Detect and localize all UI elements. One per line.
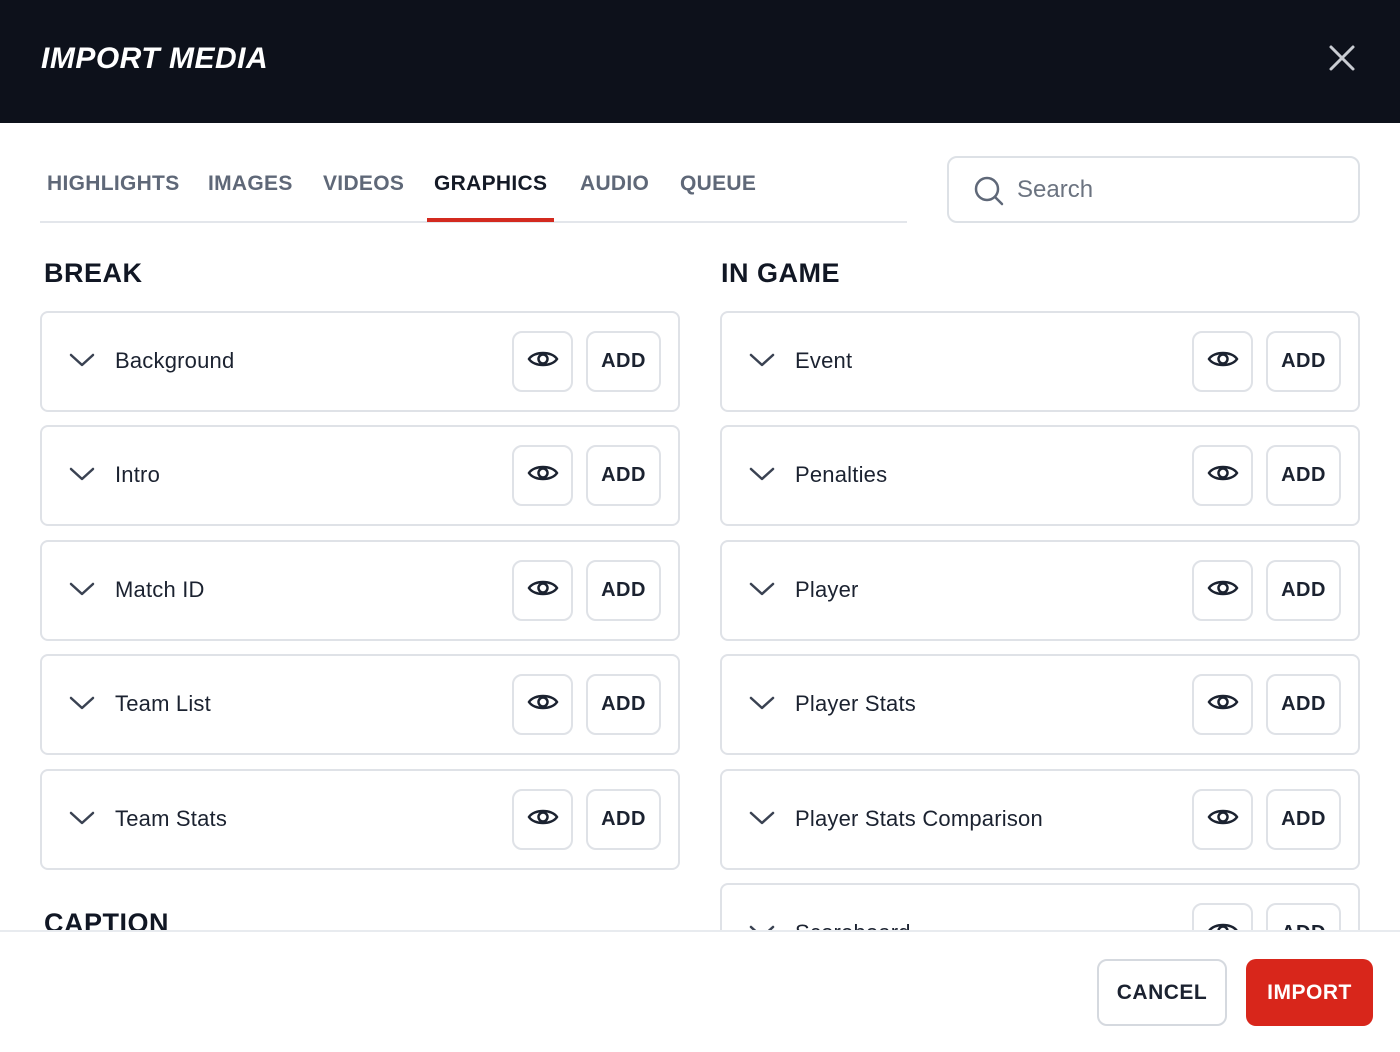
- graphic-label: Team Stats: [115, 806, 228, 831]
- graphic-label: Player: [795, 577, 859, 602]
- preview-button[interactable]: [1192, 331, 1253, 392]
- section-title-in-game: IN GAME: [721, 258, 841, 288]
- eye-icon: [1207, 691, 1239, 718]
- dialog-footer: CANCEL IMPORT: [0, 930, 1400, 1052]
- graphic-row[interactable]: Team List ADD: [40, 654, 680, 755]
- dialog-header: IMPORT MEDIA: [0, 0, 1400, 123]
- eye-icon: [527, 348, 559, 375]
- preview-button[interactable]: [512, 674, 573, 735]
- graphic-label: Player Stats: [795, 691, 917, 716]
- chevron-down-icon[interactable]: [68, 809, 96, 832]
- eye-icon: [527, 806, 559, 833]
- add-button[interactable]: ADD: [1266, 674, 1341, 735]
- search-box: [947, 156, 1360, 223]
- graphic-label: Background: [115, 348, 235, 373]
- graphic-row[interactable]: Match ID ADD: [40, 540, 680, 641]
- add-button[interactable]: ADD: [1266, 331, 1341, 392]
- graphic-row[interactable]: Team Stats ADD: [40, 769, 680, 870]
- graphic-row[interactable]: Event ADD: [720, 311, 1360, 412]
- media-tabs: HIGHLIGHTS IMAGES VIDEOS GRAPHICS AUDIO …: [40, 160, 907, 223]
- graphic-row[interactable]: Player Stats Comparison ADD: [720, 769, 1360, 870]
- graphic-row[interactable]: Player ADD: [720, 540, 1360, 641]
- tab-highlights[interactable]: HIGHLIGHTS: [47, 172, 180, 222]
- graphic-row[interactable]: Penalties ADD: [720, 425, 1360, 526]
- add-button[interactable]: ADD: [1266, 903, 1341, 930]
- tab-graphics[interactable]: GRAPHICS: [434, 172, 547, 222]
- tab-videos[interactable]: VIDEOS: [323, 172, 404, 222]
- eye-icon: [1207, 577, 1239, 604]
- add-button[interactable]: ADD: [586, 560, 661, 621]
- preview-button[interactable]: [1192, 445, 1253, 506]
- add-button[interactable]: ADD: [586, 331, 661, 392]
- graphic-row[interactable]: Background ADD: [40, 311, 680, 412]
- eye-icon: [527, 691, 559, 718]
- chevron-down-icon[interactable]: [68, 580, 96, 603]
- add-button[interactable]: ADD: [1266, 560, 1341, 621]
- add-button[interactable]: ADD: [586, 445, 661, 506]
- graphic-label: Penalties: [795, 462, 888, 487]
- chevron-down-icon[interactable]: [748, 580, 776, 603]
- preview-button[interactable]: [1192, 674, 1253, 735]
- search-icon: [974, 176, 1004, 206]
- chevron-down-icon[interactable]: [68, 351, 96, 374]
- cancel-button[interactable]: CANCEL: [1097, 959, 1227, 1026]
- graphic-label: Player Stats Comparison: [795, 806, 1043, 831]
- eye-icon: [1207, 462, 1239, 489]
- tab-audio[interactable]: AUDIO: [580, 172, 649, 222]
- import-button[interactable]: IMPORT: [1246, 959, 1373, 1026]
- eye-icon: [1207, 920, 1239, 930]
- add-button[interactable]: ADD: [586, 674, 661, 735]
- chevron-down-icon[interactable]: [68, 465, 96, 488]
- add-button[interactable]: ADD: [1266, 789, 1341, 850]
- chevron-down-icon[interactable]: [68, 694, 96, 717]
- preview-button[interactable]: [512, 789, 573, 850]
- graphic-label: Team List: [115, 691, 211, 716]
- graphic-row[interactable]: Intro ADD: [40, 425, 680, 526]
- add-button[interactable]: ADD: [586, 789, 661, 850]
- eye-icon: [527, 462, 559, 489]
- section-title-break: BREAK: [44, 258, 143, 288]
- preview-button[interactable]: [1192, 560, 1253, 621]
- preview-button[interactable]: [512, 560, 573, 621]
- preview-button[interactable]: [512, 445, 573, 506]
- graphic-label: Event: [795, 348, 853, 373]
- chevron-down-icon[interactable]: [748, 465, 776, 488]
- search-input[interactable]: [1017, 172, 1337, 208]
- graphics-list[interactable]: BREAK IN GAME Background ADD Intro ADD M…: [0, 240, 1400, 930]
- graphic-row[interactable]: Scoreboard ADD: [720, 883, 1360, 930]
- tab-queue[interactable]: QUEUE: [680, 172, 756, 222]
- preview-button[interactable]: [512, 331, 573, 392]
- close-icon[interactable]: [1322, 38, 1362, 78]
- add-button[interactable]: ADD: [1266, 445, 1341, 506]
- graphic-label: Scoreboard: [795, 920, 911, 930]
- graphic-row[interactable]: Player Stats ADD: [720, 654, 1360, 755]
- chevron-down-icon[interactable]: [748, 809, 776, 832]
- dialog-title: IMPORT MEDIA: [41, 42, 269, 75]
- active-tab-indicator: [427, 218, 554, 222]
- section-title-caption: CAPTION: [44, 908, 169, 930]
- graphic-label: Intro: [115, 462, 161, 487]
- eye-icon: [1207, 348, 1239, 375]
- graphic-label: Match ID: [115, 577, 205, 602]
- chevron-down-icon[interactable]: [748, 694, 776, 717]
- chevron-down-icon[interactable]: [748, 351, 776, 374]
- tab-images[interactable]: IMAGES: [208, 172, 293, 222]
- preview-button[interactable]: [1192, 789, 1253, 850]
- eye-icon: [1207, 806, 1239, 833]
- chevron-down-icon[interactable]: [748, 923, 776, 930]
- eye-icon: [527, 577, 559, 604]
- preview-button[interactable]: [1192, 903, 1253, 930]
